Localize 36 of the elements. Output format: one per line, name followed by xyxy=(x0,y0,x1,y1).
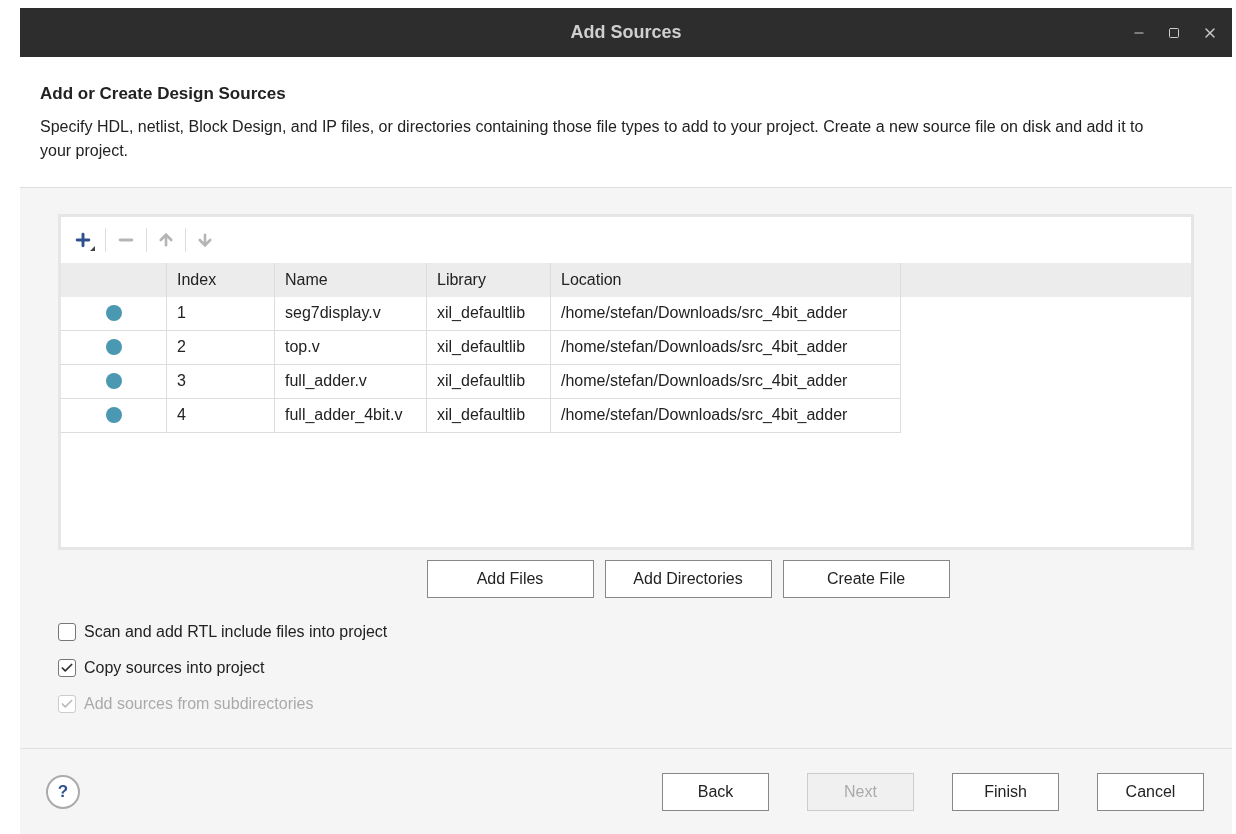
column-header[interactable]: Index xyxy=(167,262,275,297)
option-label: Scan and add RTL include files into project xyxy=(84,621,388,642)
table-cell: 2 xyxy=(167,330,275,365)
column-header[interactable]: Name xyxy=(275,262,427,297)
table-cell: /home/stefan/Downloads/src_4bit_adder xyxy=(551,398,901,433)
table-cell: xil_defaultlib xyxy=(427,364,551,399)
action-button[interactable]: Create File xyxy=(782,559,950,598)
section-description: Specify HDL, netlist, Block Design, and IP files, or directories containing those file types to add to your project. Create a new source file on disk and add it to your project. xyxy=(40,116,1145,161)
checkbox[interactable] xyxy=(58,622,76,641)
table-cell: 4 xyxy=(167,398,275,433)
table-cell: full_adder.v xyxy=(275,364,427,399)
table-cell: full_adder_4bit.v xyxy=(275,398,427,433)
maximize-icon[interactable] xyxy=(1168,26,1180,39)
footer-button[interactable]: Cancel xyxy=(1097,772,1204,811)
action-button[interactable]: Add Directories xyxy=(604,559,772,598)
table-cell: seg7display.v xyxy=(275,296,427,331)
footer-button[interactable]: Finish xyxy=(952,772,1059,811)
footer-button[interactable]: Back xyxy=(662,772,769,811)
table-cell: xil_defaultlib xyxy=(427,296,551,331)
table-cell: /home/stefan/Downloads/src_4bit_adder xyxy=(551,364,901,399)
option-label: Add sources from subdirectories xyxy=(84,693,314,714)
action-button[interactable]: Add Files xyxy=(426,559,594,598)
window-title: Add Sources xyxy=(570,21,682,44)
checkbox[interactable] xyxy=(58,658,76,677)
table-cell: xil_defaultlib xyxy=(427,330,551,365)
help-button[interactable]: ? xyxy=(46,774,80,809)
table-cell: top.v xyxy=(275,330,427,365)
table-cell: /home/stefan/Downloads/src_4bit_adder xyxy=(551,296,901,331)
table-cell: 3 xyxy=(167,364,275,399)
table-cell: /home/stefan/Downloads/src_4bit_adder xyxy=(551,330,901,365)
section-title: Add or Create Design Sources xyxy=(40,83,287,105)
table-cell: xil_defaultlib xyxy=(427,398,551,433)
column-header[interactable]: Location xyxy=(551,262,901,297)
option-label: Copy sources into project xyxy=(84,657,265,678)
table-cell: 1 xyxy=(167,296,275,331)
column-header[interactable]: Library xyxy=(427,262,551,297)
